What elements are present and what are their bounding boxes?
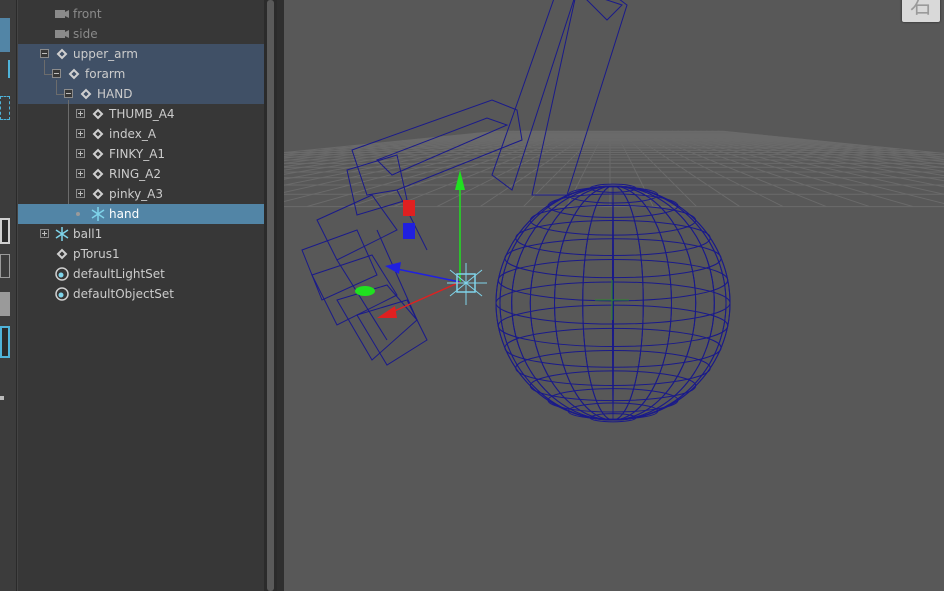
joint-red-marker xyxy=(403,200,415,216)
layout-four-icon[interactable] xyxy=(0,326,10,358)
viewport-scene[interactable] xyxy=(277,0,944,591)
expand-toggle[interactable] xyxy=(76,169,85,178)
outliner-item-side[interactable]: side xyxy=(18,24,264,44)
joint-icon xyxy=(56,48,68,60)
outliner-item-label: THUMB_A4 xyxy=(109,107,175,121)
collapse-toggle[interactable] xyxy=(52,69,61,78)
upper-arm-mesh-side xyxy=(531,0,628,196)
outliner-item-label: index_A xyxy=(109,127,157,141)
outliner-item-label: pTorus1 xyxy=(73,247,120,261)
outliner-item-hand-ik[interactable]: hand xyxy=(18,204,264,224)
outliner-item-default-light-set[interactable]: defaultLightSet xyxy=(18,264,264,284)
outliner-item-label: pinky_A3 xyxy=(109,187,164,201)
outliner-panel: front side upper_arm forarm HAND THUMB_A… xyxy=(18,0,264,591)
outliner-item-label: forarm xyxy=(85,67,126,81)
outliner-item-ptorus1[interactable]: pTorus1 xyxy=(18,244,264,264)
collapse-toggle[interactable] xyxy=(64,89,73,98)
ik-handle-icon xyxy=(55,227,69,241)
outliner-item-ball1[interactable]: ball1 xyxy=(18,224,264,244)
outliner-item-pinky-a3[interactable]: pinky_A3 xyxy=(18,184,264,204)
outliner-item-forarm[interactable]: forarm xyxy=(18,64,264,84)
outliner-item-label: defaultLightSet xyxy=(73,267,165,281)
joint-icon xyxy=(92,188,104,200)
z-axis-line xyxy=(391,267,461,283)
joint-icon xyxy=(68,68,80,80)
set-icon xyxy=(55,267,69,281)
sphere-longitude xyxy=(612,185,614,421)
outliner-item-default-object-set[interactable]: defaultObjectSet xyxy=(18,284,264,304)
world-origin-axes xyxy=(595,280,629,320)
outliner-item-index-a[interactable]: index_A xyxy=(18,124,264,144)
collapse-toggle[interactable] xyxy=(40,49,49,58)
outliner-item-label: defaultObjectSet xyxy=(73,287,175,301)
outliner-item-label: ball1 xyxy=(73,227,103,241)
joint-icon xyxy=(92,148,104,160)
joint-icon xyxy=(92,108,104,120)
strip-arrow-icon[interactable] xyxy=(0,396,4,400)
lasso-tool-icon[interactable] xyxy=(0,60,10,78)
outliner-item-upper-arm[interactable]: upper_arm xyxy=(18,44,264,64)
ground-grid xyxy=(277,130,944,208)
expand-toggle[interactable] xyxy=(40,229,49,238)
layout-single-icon[interactable] xyxy=(0,218,10,244)
y-axis-arrow xyxy=(455,170,465,190)
outliner-item-thumb-a4[interactable]: THUMB_A4 xyxy=(18,104,264,124)
set-icon xyxy=(55,287,69,301)
joint-icon xyxy=(92,128,104,140)
camera-icon xyxy=(55,10,69,18)
outliner-item-front[interactable]: front xyxy=(18,4,264,24)
viewport-3d[interactable]: 右 xyxy=(277,0,944,591)
outliner-item-ring-a2[interactable]: RING_A2 xyxy=(18,164,264,184)
outliner-item-label: side xyxy=(73,27,98,41)
layout-column-icon[interactable] xyxy=(0,292,10,316)
upper-arm-mesh xyxy=(491,0,575,191)
joint-icon xyxy=(80,88,92,100)
scrollbar-thumb[interactable] xyxy=(267,0,274,591)
layout-split-icon[interactable] xyxy=(0,254,10,278)
outliner-item-label: RING_A2 xyxy=(109,167,161,181)
outliner-item-label: upper_arm xyxy=(73,47,138,61)
tree-dot xyxy=(76,212,80,216)
viewport-border xyxy=(277,0,284,591)
outliner-item-label: front xyxy=(73,7,102,21)
expand-toggle[interactable] xyxy=(76,129,85,138)
outliner-item-label: FINKY_A1 xyxy=(109,147,166,161)
rotate-green-handle xyxy=(355,286,375,296)
expand-toggle[interactable] xyxy=(76,189,85,198)
expand-toggle[interactable] xyxy=(76,109,85,118)
z-axis-arrow xyxy=(385,262,401,274)
paint-select-tool-icon[interactable] xyxy=(0,96,10,120)
joint-blue-marker xyxy=(403,223,415,239)
joint-icon xyxy=(92,168,104,180)
select-tool-icon[interactable] xyxy=(0,18,10,52)
x-axis-line xyxy=(389,281,461,314)
ball-wireframe[interactable] xyxy=(495,183,731,423)
outliner-item-label: hand xyxy=(109,207,140,221)
expand-toggle[interactable] xyxy=(76,149,85,158)
outliner-item-hand-joint[interactable]: HAND xyxy=(18,84,264,104)
ik-handle-star xyxy=(447,263,487,305)
outliner-item-label: HAND xyxy=(97,87,133,101)
tool-strip xyxy=(0,0,17,591)
joint-icon xyxy=(56,248,68,260)
viewcube[interactable]: 右 xyxy=(902,0,940,22)
transform-manipulator[interactable] xyxy=(355,170,487,318)
ik-handle-icon xyxy=(91,207,105,221)
outliner-scrollbar[interactable] xyxy=(264,0,277,591)
outliner-item-finky-a1[interactable]: FINKY_A1 xyxy=(18,144,264,164)
camera-icon xyxy=(55,30,69,38)
